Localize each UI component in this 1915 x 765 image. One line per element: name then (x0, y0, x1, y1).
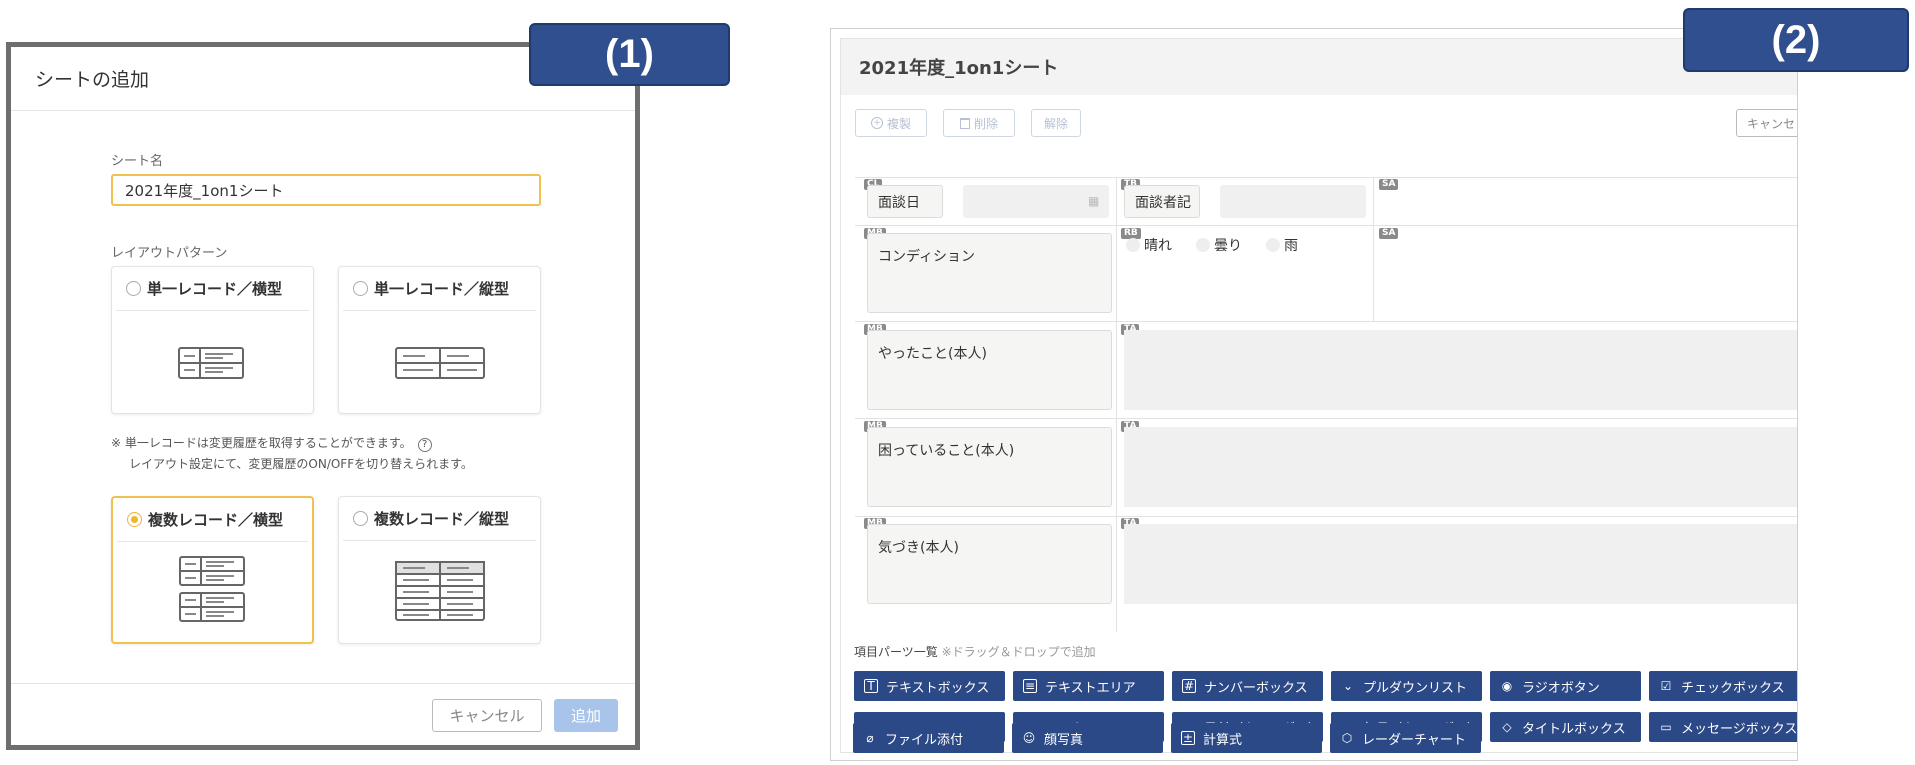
radio-icon[interactable] (353, 511, 368, 526)
radio-icon[interactable] (353, 281, 368, 296)
part-number-box[interactable]: # ナンバーボックス (1172, 671, 1323, 701)
release-button[interactable]: 解除 (1031, 109, 1081, 137)
message-icon: ▭ (1660, 720, 1672, 734)
problems-label[interactable]: 困っていること(本人) (867, 427, 1112, 507)
add-button[interactable]: 追加 (554, 699, 618, 732)
layout-setting-note: レイアウト設定にて、変更履歴のON/OFFを切り替えられます。 (129, 457, 473, 471)
copy-label: 複製 (886, 116, 911, 131)
interviewer-label[interactable]: 面談者記 (1124, 185, 1200, 218)
layout-option-single-horizontal[interactable]: 単一レコード／横型 (111, 266, 314, 414)
text-area-icon: ≡ (1023, 678, 1037, 693)
done-textarea[interactable] (1124, 330, 1797, 410)
radio-option-sunny[interactable]: 晴れ (1126, 235, 1172, 255)
option-label: 単一レコード／横型 (147, 280, 283, 298)
face-photo-icon: ☺ (1022, 731, 1036, 745)
part-radio-button[interactable]: ◉ ラジオボタン (1490, 671, 1641, 701)
layout-option-single-vertical[interactable]: 単一レコード／縦型 (338, 266, 541, 414)
part-text-area[interactable]: ≡ テキストエリア (1013, 671, 1164, 701)
badge-one: (1) (529, 23, 730, 86)
part-text-box[interactable]: T テキストボックス (854, 671, 1005, 701)
radio-option-cloudy[interactable]: 曇り (1196, 235, 1242, 255)
done-label[interactable]: やったこと(本人) (867, 330, 1112, 410)
badge-two: (2) (1683, 8, 1909, 72)
trash-icon (959, 117, 970, 129)
cancel-button[interactable]: キャンセル (432, 699, 542, 732)
single-horizontal-layout-icon (178, 347, 244, 379)
insights-textarea[interactable] (1124, 524, 1797, 604)
radio-option-rain[interactable]: 雨 (1266, 235, 1298, 255)
sheet-name-input[interactable]: 2021年度_1on1シート (111, 174, 541, 206)
plus-circle-icon: + (870, 117, 883, 129)
copy-button[interactable]: + 複製 (855, 109, 927, 137)
layout-option-multi-vertical[interactable]: 複数レコード／縦型 (338, 496, 541, 644)
radio-icon[interactable] (1126, 238, 1140, 252)
part-pulldown[interactable]: ⌄ プルダウンリスト (1331, 671, 1482, 701)
radio-icon: ◉ (1501, 679, 1513, 693)
sheet-name-label: シート名 (111, 154, 164, 169)
number-box-icon: # (1182, 678, 1196, 693)
editor-cancel-button[interactable]: キャンセ (1736, 109, 1797, 137)
part-message-box[interactable]: ▭ メッセージボックス (1649, 712, 1797, 742)
option-label: 単一レコード／縦型 (374, 280, 510, 298)
sheet-editor: 2021年度_1on1シート + 複製 削除 解除 キャンセ CL 面談日 ▦ … (830, 28, 1798, 761)
radar-chart-icon: ⬡ (1341, 731, 1353, 745)
radio-icon[interactable] (1196, 238, 1210, 252)
problems-textarea[interactable] (1124, 427, 1797, 507)
parts-hint: ※ドラッグ＆ドロップで追加 (941, 645, 1096, 659)
text-box-icon: T (864, 679, 878, 693)
option-label: 複数レコード／横型 (148, 511, 284, 529)
layout-pattern-label: レイアウトパターン (111, 246, 228, 261)
part-radar-chart[interactable]: ⬡ レーダーチャート (1330, 723, 1481, 753)
paperclip-icon: ⌀ (866, 731, 874, 745)
radio-icon[interactable] (126, 281, 141, 296)
dialog-footer-divider (11, 683, 635, 684)
add-sheet-dialog: シートの追加 シート名 2021年度_1on1シート レイアウトパターン 単一レ… (6, 42, 640, 750)
interview-date-label[interactable]: 面談日 (867, 185, 943, 218)
tag-icon: ◇ (1502, 720, 1512, 734)
part-checkbox[interactable]: ☑ チェックボックス (1649, 671, 1797, 701)
delete-button[interactable]: 削除 (943, 109, 1015, 137)
part-formula[interactable]: ± 計算式 (1171, 723, 1322, 753)
single-vertical-layout-icon (395, 347, 485, 379)
calculator-icon: ± (1181, 730, 1195, 745)
chevron-down-icon: ⌄ (1342, 679, 1354, 693)
checkbox-icon: ☑ (1660, 679, 1672, 693)
radio-icon[interactable] (1266, 238, 1280, 252)
insights-label[interactable]: 気づき(本人) (867, 524, 1112, 604)
condition-label[interactable]: コンディション (867, 233, 1112, 313)
sa-tag: SA (1379, 179, 1399, 190)
sheet-title: 2021年度_1on1シート (841, 39, 1797, 95)
part-file-attach[interactable]: ⌀ ファイル添付 (853, 723, 1004, 753)
multi-horizontal-layout-icon (179, 556, 245, 622)
help-icon[interactable]: ? (417, 438, 432, 452)
single-record-note: ※ 単一レコードは変更履歴を取得することができます。 (111, 436, 412, 450)
layout-option-multi-horizontal[interactable]: 複数レコード／横型 (111, 496, 314, 644)
multi-vertical-layout-icon (395, 561, 485, 621)
option-label: 複数レコード／縦型 (374, 510, 510, 528)
parts-title: 項目パーツ一覧 (854, 645, 938, 659)
delete-label: 削除 (973, 116, 998, 131)
sa-tag: SA (1379, 228, 1399, 239)
interviewer-input[interactable] (1220, 185, 1366, 218)
radio-selected-icon[interactable] (127, 512, 142, 527)
part-face-photo[interactable]: ☺ 顔写真 (1012, 723, 1163, 753)
part-title-box[interactable]: ◇ タイトルボックス (1490, 712, 1641, 742)
calendar-icon: ▦ (1088, 194, 1100, 208)
